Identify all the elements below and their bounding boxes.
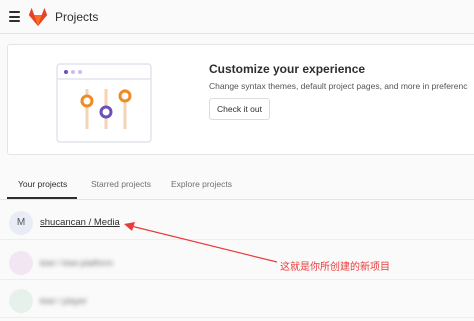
annotation-arrow-icon [124,222,278,263]
annotation-label: 这就是你所创建的新项目 [280,262,390,273]
